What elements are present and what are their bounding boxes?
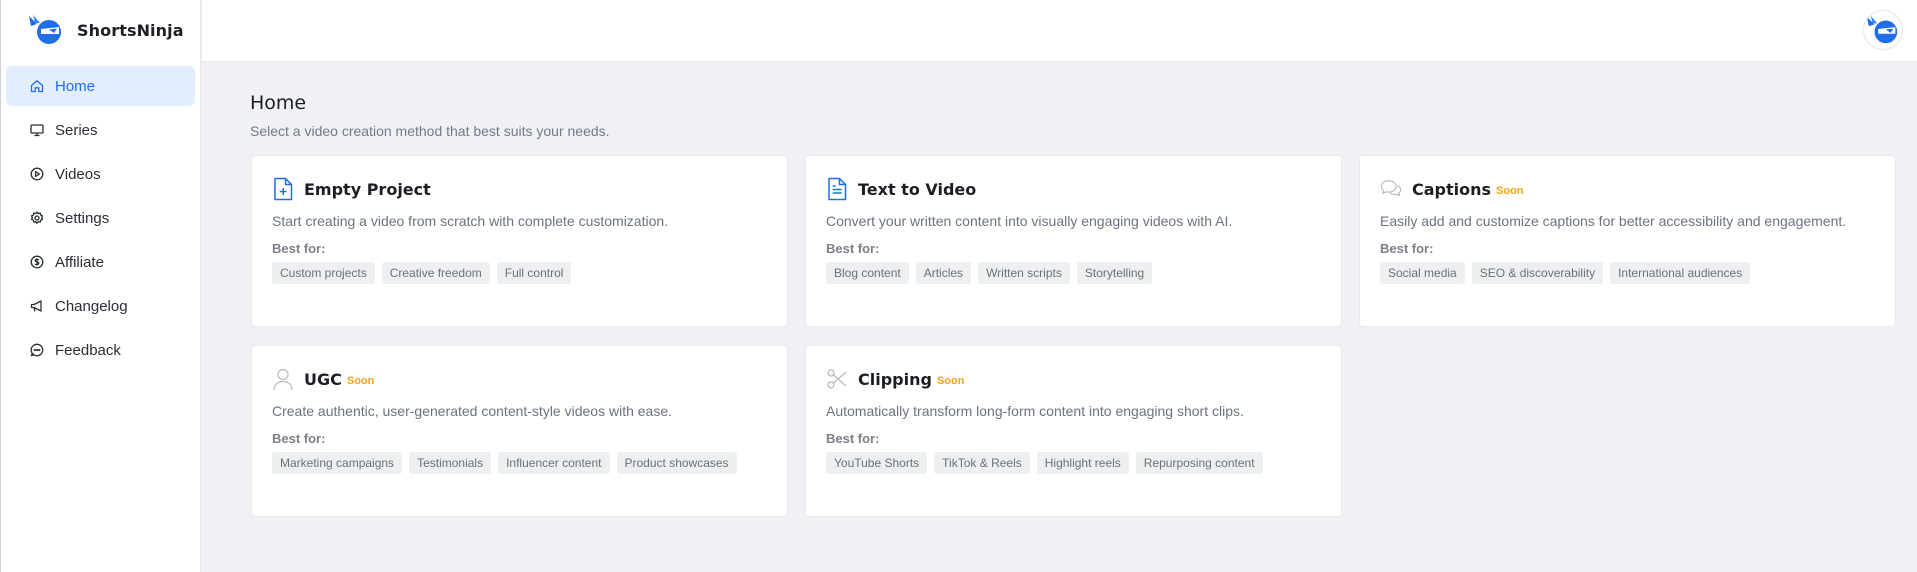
tag-list: Custom projects Creative freedom Full co…	[272, 262, 787, 284]
chat-bubbles-icon	[1380, 180, 1402, 197]
tag: Articles	[915, 262, 972, 284]
card-captions[interactable]: Captions Soon Easily add and customize c…	[1359, 155, 1896, 327]
file-plus-icon	[274, 177, 293, 201]
card-clipping[interactable]: Clipping Soon Automatically transform lo…	[805, 345, 1342, 517]
page-subtitle: Select a video creation method that best…	[250, 123, 610, 139]
soon-badge: Soon	[1496, 185, 1524, 197]
ninja-logo-icon	[29, 15, 61, 44]
tag: Highlight reels	[1036, 452, 1129, 474]
brand-name: ShortsNinja	[77, 20, 184, 40]
card-title: Captions	[1412, 179, 1492, 199]
monitor-icon	[30, 124, 44, 137]
best-for-label: Best for:	[1380, 241, 1434, 256]
best-for-label: Best for:	[272, 241, 326, 256]
tag: Creative freedom	[381, 262, 490, 284]
dollar-circle-icon	[30, 255, 44, 269]
card-description: Automatically transform long-form conten…	[826, 403, 1244, 419]
brand[interactable]: ShortsNinja	[1, 0, 200, 60]
user-icon	[273, 368, 293, 391]
sidebar-item-home[interactable]: Home	[6, 66, 195, 106]
tag: Full control	[496, 262, 572, 284]
sidebar: ShortsNinja Home Series Videos Settings …	[0, 0, 201, 572]
sidebar-item-label: Settings	[55, 209, 110, 227]
sidebar-item-feedback[interactable]: Feedback	[6, 330, 195, 370]
card-description: Start creating a video from scratch with…	[272, 213, 669, 229]
sidebar-item-label: Home	[55, 77, 96, 95]
card-ugc[interactable]: UGC Soon Create authentic, user-generate…	[251, 345, 788, 517]
top-bar	[202, 0, 1917, 62]
tag: SEO & discoverability	[1471, 262, 1604, 284]
sidebar-item-videos[interactable]: Videos	[6, 154, 195, 194]
play-circle-icon	[30, 167, 44, 181]
main-content: Home Select a video creation method that…	[250, 92, 1917, 139]
tag: Storytelling	[1076, 262, 1153, 284]
best-for-label: Best for:	[826, 241, 880, 256]
sidebar-item-settings[interactable]: Settings	[6, 198, 195, 238]
best-for-label: Best for:	[826, 431, 880, 446]
megaphone-icon	[30, 300, 42, 312]
tag: Testimonials	[409, 452, 492, 474]
sidebar-item-affiliate[interactable]: Affiliate	[6, 242, 195, 282]
card-description: Convert your written content into visual…	[826, 213, 1233, 229]
sidebar-nav: Home Series Videos Settings Affiliate Ch…	[1, 60, 200, 370]
chat-bubble-icon	[30, 343, 44, 357]
file-text-icon	[828, 177, 847, 201]
card-title: UGC	[304, 369, 342, 389]
tag: YouTube Shorts	[826, 452, 928, 474]
sidebar-item-label: Changelog	[55, 297, 128, 315]
tag: Social media	[1380, 262, 1465, 284]
best-for-label: Best for:	[272, 431, 326, 446]
tag: Written scripts	[978, 262, 1070, 284]
soon-badge: Soon	[346, 375, 375, 387]
ninja-avatar-icon	[1866, 15, 1898, 44]
tag-list: Social media SEO & discoverability Inter…	[1380, 262, 1895, 284]
card-title: Clipping	[858, 369, 932, 389]
tag: Custom projects	[272, 262, 375, 284]
card-title: Empty Project	[304, 179, 431, 199]
sidebar-item-series[interactable]: Series	[6, 110, 195, 150]
scissors-icon	[827, 369, 847, 389]
tag: International audiences	[1610, 262, 1751, 284]
sidebar-item-changelog[interactable]: Changelog	[6, 286, 195, 326]
home-icon	[30, 80, 44, 93]
avatar[interactable]	[1863, 10, 1903, 50]
tag-list: YouTube Shorts TikTok & Reels Highlight …	[826, 452, 1341, 474]
tag-list: Marketing campaigns Testimonials Influen…	[272, 452, 787, 474]
tag: Repurposing content	[1135, 452, 1263, 474]
sidebar-item-label: Feedback	[55, 341, 121, 359]
tag: TikTok & Reels	[934, 452, 1030, 474]
tag: Marketing campaigns	[272, 452, 403, 474]
tag: Influencer content	[498, 452, 610, 474]
page-title: Home	[250, 92, 307, 114]
tag: Blog content	[826, 262, 909, 284]
card-description: Create authentic, user-generated content…	[272, 403, 673, 419]
card-title: Text to Video	[858, 179, 977, 199]
tag: Product showcases	[616, 452, 737, 474]
soon-badge: Soon	[936, 375, 965, 387]
gear-icon	[30, 211, 44, 224]
card-empty-project[interactable]: Empty Project Start creating a video fro…	[251, 155, 788, 327]
sidebar-item-label: Videos	[55, 165, 101, 183]
sidebar-item-label: Affiliate	[55, 253, 104, 271]
sidebar-item-label: Series	[55, 121, 98, 139]
tag-list: Blog content Articles Written scripts St…	[826, 262, 1341, 284]
card-description: Easily add and customize captions for be…	[1380, 213, 1847, 229]
card-text-to-video[interactable]: Text to Video Convert your written conte…	[805, 155, 1342, 327]
